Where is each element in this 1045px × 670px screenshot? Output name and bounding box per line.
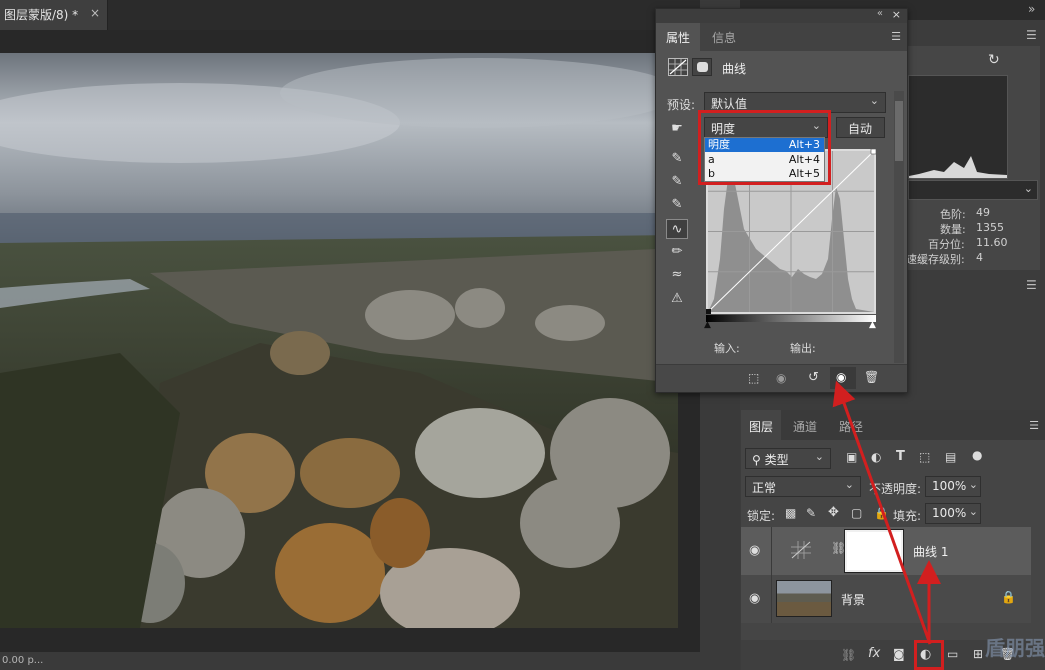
watermark-text: 盾朋强 bbox=[985, 636, 1045, 660]
annotation-arrows bbox=[832, 380, 941, 645]
